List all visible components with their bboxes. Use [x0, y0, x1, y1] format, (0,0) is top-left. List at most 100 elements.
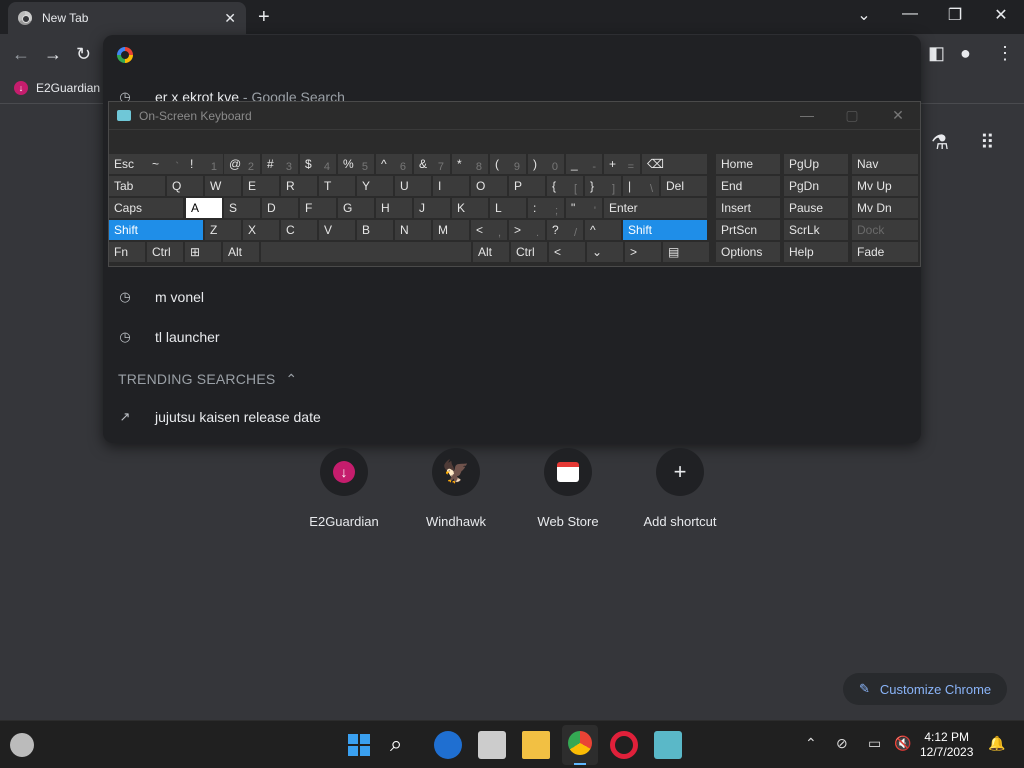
- file-explorer-icon[interactable]: [522, 731, 550, 759]
- clock[interactable]: 4:12 PM 12/7/2023: [920, 730, 973, 760]
- shortcut-windhawk[interactable]: 🦅 Windhawk: [406, 448, 506, 529]
- shortcut-e2guardian[interactable]: ↓ E2Guardian: [294, 448, 394, 529]
- osk-key[interactable]: Alt: [473, 242, 509, 262]
- new-tab-button[interactable]: +: [258, 6, 270, 29]
- osk-key[interactable]: Mv Dn: [852, 198, 918, 218]
- osk-key[interactable]: D: [262, 198, 298, 218]
- osk-key[interactable]: ⌫: [642, 154, 707, 174]
- osk-key[interactable]: <,: [471, 220, 507, 240]
- osk-key[interactable]: Enter: [604, 198, 707, 218]
- shortcut-web-store[interactable]: Web Store: [518, 448, 618, 529]
- apps-grid-icon[interactable]: ⠿: [980, 130, 995, 155]
- osk-key[interactable]: (9: [490, 154, 526, 174]
- osk-key[interactable]: >.: [509, 220, 545, 240]
- osk-key[interactable]: Z: [205, 220, 241, 240]
- task-view-icon[interactable]: [478, 731, 506, 759]
- osk-key[interactable]: ▤: [663, 242, 709, 262]
- osk-key[interactable]: Options: [716, 242, 780, 262]
- osk-key[interactable]: ? /: [547, 220, 583, 240]
- osk-key[interactable]: J: [414, 198, 450, 218]
- osk-key[interactable]: I: [433, 176, 469, 196]
- osk-key[interactable]: [261, 242, 471, 262]
- osk-key[interactable]: + =: [604, 154, 640, 174]
- chrome-taskbar-button[interactable]: [562, 725, 598, 765]
- osk-key[interactable]: Caps: [109, 198, 183, 218]
- osk-key[interactable]: Esc: [109, 154, 147, 174]
- osk-key[interactable]: C: [281, 220, 317, 240]
- suggestion-item[interactable]: ◷ m vonel: [117, 289, 204, 305]
- osk-key[interactable]: <: [549, 242, 585, 262]
- tab-new-tab[interactable]: New Tab ✕: [8, 2, 246, 34]
- osk-key[interactable]: Dock: [852, 220, 918, 240]
- osk-key[interactable]: Insert: [716, 198, 780, 218]
- notification-bell-icon[interactable]: 🔔: [988, 735, 1005, 752]
- osk-key[interactable]: H: [376, 198, 412, 218]
- osk-key[interactable]: R: [281, 176, 317, 196]
- osk-key[interactable]: % 5: [338, 154, 374, 174]
- osk-key[interactable]: PgUp: [784, 154, 848, 174]
- osk-key[interactable]: Home: [716, 154, 780, 174]
- windows-start-icon[interactable]: [345, 731, 373, 759]
- osk-close-button[interactable]: ✕: [888, 107, 908, 124]
- osk-key[interactable]: Help: [784, 242, 848, 262]
- side-panel-icon[interactable]: ◧: [928, 43, 945, 64]
- osk-key[interactable]: L: [490, 198, 526, 218]
- suggestion-item[interactable]: ◷ tl launcher: [117, 329, 219, 345]
- osk-key[interactable]: Pause: [784, 198, 848, 218]
- osk-key[interactable]: Fade: [852, 242, 918, 262]
- minimize-button[interactable]: —: [896, 5, 924, 23]
- osk-key[interactable]: :;: [528, 198, 564, 218]
- osk-key[interactable]: " ': [566, 198, 602, 218]
- osk-key[interactable]: S: [224, 198, 260, 218]
- osk-key[interactable]: P: [509, 176, 545, 196]
- osk-key[interactable]: | \: [623, 176, 659, 196]
- chevron-up-icon[interactable]: ⌃: [805, 735, 817, 752]
- osk-key[interactable]: E: [243, 176, 279, 196]
- osk-key[interactable]: O: [471, 176, 507, 196]
- osk-key[interactable]: Del: [661, 176, 707, 196]
- volume-muted-icon[interactable]: 🔇: [894, 735, 911, 752]
- osk-key[interactable]: Fn: [109, 242, 145, 262]
- osk-key[interactable]: Shift: [623, 220, 707, 240]
- osk-key[interactable]: PgDn: [784, 176, 848, 196]
- osk-key[interactable]: $4: [300, 154, 336, 174]
- trending-item[interactable]: ↗ jujutsu kaisen release date: [117, 409, 321, 425]
- profile-icon[interactable]: ●: [960, 43, 971, 64]
- osk-taskbar-icon[interactable]: [654, 731, 682, 759]
- osk-key[interactable]: Mv Up: [852, 176, 918, 196]
- osk-key[interactable]: >: [625, 242, 661, 262]
- osk-key[interactable]: Tab: [109, 176, 165, 196]
- close-tab-icon[interactable]: ✕: [224, 10, 236, 27]
- osk-key[interactable]: W: [205, 176, 241, 196]
- osk-key[interactable]: ! 1: [185, 154, 223, 174]
- osk-key[interactable]: B: [357, 220, 393, 240]
- osk-key[interactable]: ScrLk: [784, 220, 848, 240]
- osk-key[interactable]: G: [338, 198, 374, 218]
- osk-key[interactable]: PrtScn: [716, 220, 780, 240]
- edge-icon[interactable]: [434, 731, 462, 759]
- osk-key[interactable]: {[: [547, 176, 583, 196]
- labs-flask-icon[interactable]: ⚗: [931, 130, 949, 155]
- osk-key[interactable]: V: [319, 220, 355, 240]
- osk-minimize-button[interactable]: —: [797, 107, 817, 123]
- osk-key[interactable]: @2: [224, 154, 260, 174]
- opera-icon[interactable]: [610, 731, 638, 759]
- weather-icon[interactable]: [10, 733, 34, 757]
- osk-key[interactable]: * 8: [452, 154, 488, 174]
- osk-key[interactable]: End: [716, 176, 780, 196]
- osk-key[interactable]: Ctrl: [147, 242, 183, 262]
- osk-key[interactable]: _ -: [566, 154, 602, 174]
- osk-key[interactable]: Y: [357, 176, 393, 196]
- osk-key[interactable]: Ctrl: [511, 242, 547, 262]
- shortcut-add[interactable]: + Add shortcut: [630, 448, 730, 529]
- close-window-button[interactable]: ✕: [987, 5, 1015, 25]
- osk-key[interactable]: Alt: [223, 242, 259, 262]
- osk-key[interactable]: ⌄: [587, 242, 623, 262]
- osk-key[interactable]: Shift: [109, 220, 203, 240]
- restore-button[interactable]: ❐: [941, 5, 969, 25]
- tab-search-icon[interactable]: ⌄: [850, 5, 878, 25]
- search-icon[interactable]: ⌕: [390, 731, 418, 759]
- osk-key[interactable]: X: [243, 220, 279, 240]
- osk-key[interactable]: K: [452, 198, 488, 218]
- network-off-icon[interactable]: ⊘: [836, 735, 848, 752]
